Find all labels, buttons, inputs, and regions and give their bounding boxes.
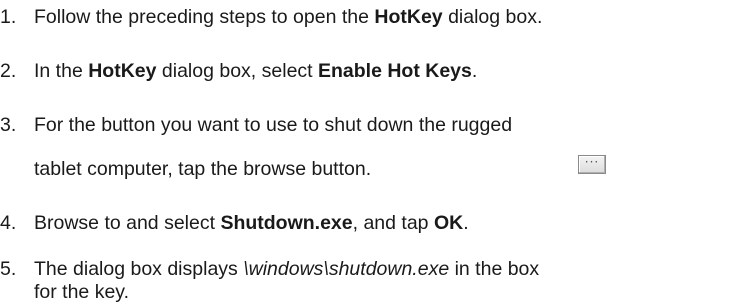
step-text-part: Follow the preceding steps to open the	[34, 6, 375, 28]
dialog-name: HotKey	[374, 6, 443, 28]
instructions-list: 1. Follow the preceding steps to open th…	[0, 0, 755, 303]
step-number: 4.	[0, 212, 17, 234]
option-name: Enable Hot Keys	[318, 60, 472, 82]
step-text-part: dialog box, select	[156, 60, 318, 82]
step-text: For the button you want to use to shut d…	[34, 114, 753, 180]
step-text-part: , and tap	[352, 212, 434, 234]
step-text-part: The dialog box displays	[34, 258, 244, 280]
step-text-line-2: tablet computer, tap the browse button.	[34, 158, 372, 180]
step-text-part: In the	[34, 60, 89, 82]
browse-button-icon: ···	[578, 155, 606, 174]
step-text-line-2: for the key.	[34, 281, 130, 303]
step-text: Browse to and select Shutdown.exe, and t…	[34, 212, 753, 234]
step-text-part: Browse to and select	[34, 212, 221, 234]
step-text: The dialog box displays \windows\shutdow…	[34, 258, 753, 303]
dialog-name: HotKey	[88, 60, 157, 82]
file-path: \windows\shutdown.exe	[243, 258, 450, 280]
step-number: 1.	[0, 6, 17, 28]
step-text-part: .	[463, 212, 469, 234]
button-name: OK	[433, 212, 464, 234]
step-text-part: dialog box.	[442, 6, 543, 28]
step-number: 5.	[0, 258, 17, 280]
step-text: In the HotKey dialog box, select Enable …	[34, 60, 753, 82]
step-number: 3.	[0, 114, 17, 136]
step-text-line-1: For the button you want to use to shut d…	[34, 114, 513, 136]
step-text-part: .	[471, 60, 478, 82]
step-text: Follow the preceding steps to open the H…	[34, 6, 753, 28]
step-text-part: in the box	[449, 258, 540, 280]
file-name: Shutdown.exe	[220, 212, 353, 234]
step-number: 2.	[0, 60, 17, 82]
